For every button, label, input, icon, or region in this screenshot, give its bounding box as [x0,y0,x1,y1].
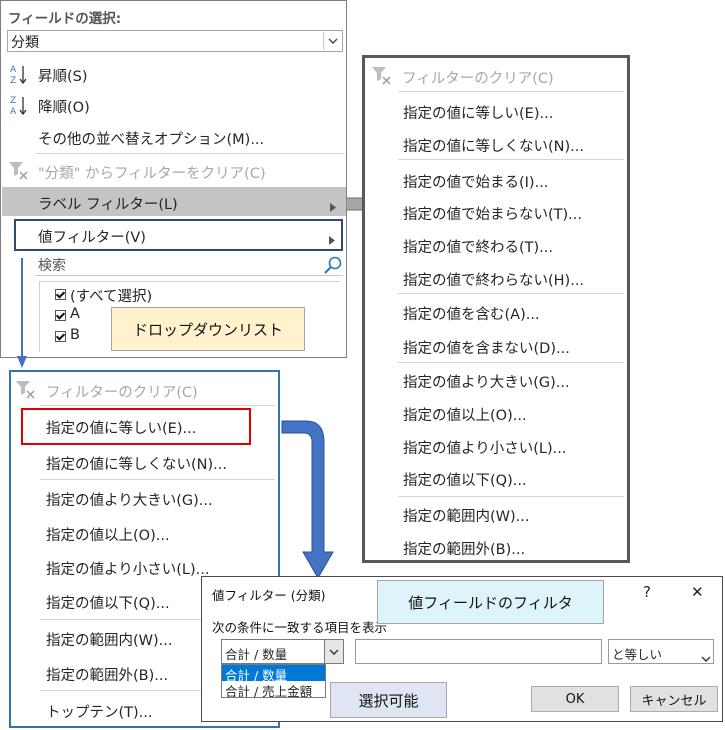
value-clear-filter-item: フィルターのクリア(C) [46,385,198,401]
checkbox-b[interactable] [55,331,66,342]
menu-separator [40,479,275,480]
arrow-to-value-submenu [17,258,27,368]
chevron-down-icon[interactable] [323,32,341,50]
label-filter-option[interactable]: 指定の値に等しい(E)... [403,102,553,123]
menu-separator [398,293,624,294]
field-combobox-value: 合計 / 数量 [225,647,288,662]
svg-text:Z: Z [10,76,16,85]
value-filter-item[interactable]: 値フィルター(V) [14,219,343,251]
label-clear-filter-item: フィルターのクリア(C) [402,71,554,87]
value-filter-option[interactable]: 指定の範囲内(W)... [46,629,172,650]
field-select-combobox[interactable]: 分類 [7,30,343,52]
chevron-down-icon[interactable] [701,647,711,666]
operator-combobox-value: と等しい [612,647,663,662]
arrow-to-dialog [281,420,334,580]
list-item: (すべて選択) [70,289,153,305]
field-select-label: フィールドの選択: [8,11,122,27]
checkbox-select-all[interactable] [55,289,66,300]
clear-filter-icon [8,160,30,184]
value-filter-option[interactable]: 指定の値以上(O)... [46,524,170,545]
label-filter-option[interactable]: 指定の値より大きい(G)... [403,371,570,392]
field-combobox[interactable]: 合計 / 数量 [221,639,344,664]
menu-separator [35,153,345,154]
menu-separator [398,496,624,497]
label-filter-option[interactable]: 指定の値で始まらない(T)... [403,203,582,224]
clear-filter-icon [371,65,393,89]
sort-descending-item[interactable]: Z A 降順(O) [1,92,346,118]
value-filter-option[interactable]: 指定の値以下(Q)... [46,592,170,613]
label-filter-option[interactable]: 指定の値を含む(A)... [403,303,540,324]
help-button[interactable]: ? [643,583,651,601]
svg-text:A: A [10,65,17,75]
dropdown-option[interactable]: 合計 / 売上金額 [225,681,312,700]
value-filter-option[interactable]: 指定の値より大きい(G)... [46,489,213,510]
label-filter-option[interactable]: 指定の値に等しくない(N)... [403,135,584,156]
label-filter-option[interactable]: 指定の値で終わる(T)... [403,236,553,257]
svg-text:A: A [10,107,17,116]
value-filter-option[interactable]: 指定の値より小さい(L)... [46,558,209,579]
svg-text:Z: Z [10,96,16,106]
dialog-title: 値フィルター (分類) [212,588,326,603]
submenu-arrow-icon [329,230,335,249]
label-filter-label: ラベル フィルター(L) [38,197,178,213]
menu-separator [398,91,624,92]
value-filter-option[interactable]: 指定の値に等しい(E)... [46,417,196,438]
callout-selectable: 選択可能 [330,682,447,718]
sort-ascending-item[interactable]: A Z 昇順(S) [1,61,346,87]
value-filter-option[interactable]: 指定の範囲外(B)... [46,664,168,685]
more-sort-options-item[interactable]: その他の並べ替えオプション(M)... [38,128,264,149]
field-select-value: 分類 [11,35,39,51]
list-item: B [70,327,80,343]
label-filter-item[interactable]: ラベル フィルター(L) [2,187,346,216]
checkbox-a[interactable] [55,310,66,321]
label-filter-option[interactable]: 指定の範囲内(W)... [403,505,529,526]
search-placeholder: 検索 [38,258,66,274]
operator-combobox[interactable]: と等しい [608,639,714,664]
label-filter-option[interactable]: 指定の値で始まる(I)... [403,171,548,192]
dropdown-option-selected[interactable]: 合計 / 数量 [222,665,325,683]
menu-separator [398,159,624,160]
label-filter-option[interactable]: 指定の値を含まない(D)... [403,337,570,358]
value-filter-label: 値フィルター(V) [38,230,146,246]
value-filter-option[interactable]: 指定の値に等しくない(N)... [46,453,227,474]
clear-filter-item: "分類" からフィルターをクリア(C) [38,166,266,182]
sort-filter-dropdown: フィールドの選択: 分類 A Z 昇順(S) Z A 降順(O) その他の並べ替… [0,0,347,358]
label-filter-option[interactable]: 指定の範囲外(B)... [403,538,525,559]
label-filter-option[interactable]: 指定の値で終わらない(H)... [403,269,584,290]
field-dropdown-list: 合計 / 数量 合計 / 売上金額 [221,664,326,700]
sort-za-icon: Z A [9,94,29,117]
sort-az-icon: A Z [9,63,29,86]
label-filter-option[interactable]: 指定の値より小さい(L)... [403,437,566,458]
close-icon[interactable]: ✕ [691,583,704,601]
label-filter-option[interactable]: 指定の値以下(Q)... [403,469,527,490]
callout-value-field-filter: 値フィールドのフィルタ [377,580,604,624]
value-input[interactable] [355,639,602,664]
menu-separator [398,362,624,363]
cancel-button[interactable]: キャンセル [630,686,718,712]
sort-descending-label: 降順(O) [38,100,90,116]
ok-button[interactable]: OK [531,686,619,712]
list-item: A [70,306,80,322]
search-icon[interactable] [323,255,343,279]
dialog-instruction: 次の条件に一致する項目を表示 [212,620,388,635]
search-input[interactable]: 検索 [35,255,343,276]
submenu-arrow-icon [330,197,336,216]
chevron-down-icon[interactable] [324,640,343,663]
callout-dropdown-list: ドロップダウンリスト [111,307,305,351]
label-filter-option[interactable]: 指定の値以上(O)... [403,404,527,425]
menu-separator [40,405,275,406]
clear-filter-icon [15,379,37,403]
sort-ascending-label: 昇順(S) [38,69,88,85]
value-filter-option[interactable]: トップテン(T)... [46,701,153,722]
